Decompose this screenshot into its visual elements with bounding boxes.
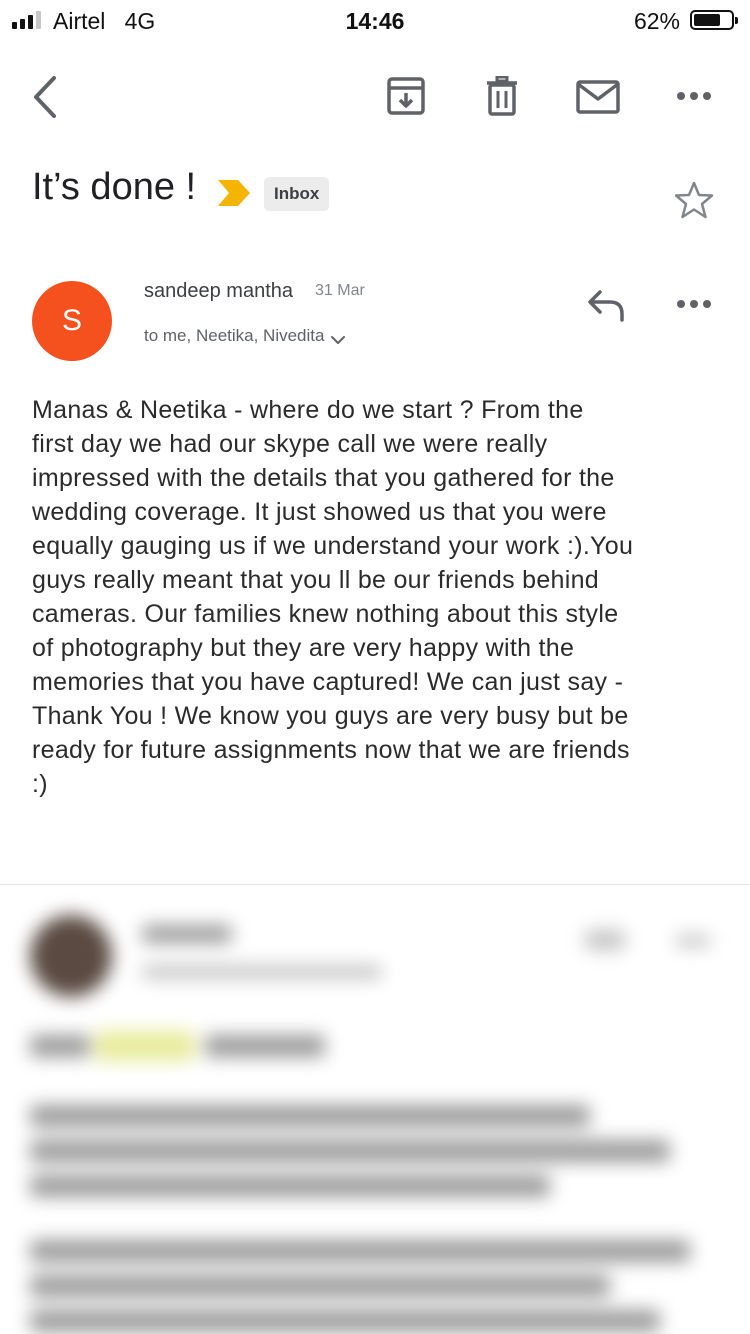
battery-percent: 62% [633, 8, 680, 34]
delete-button[interactable] [486, 75, 518, 116]
email-subject: It’s done ! [32, 166, 197, 208]
message-more-button[interactable] [676, 296, 712, 317]
more-horizontal-icon [677, 300, 711, 308]
archive-button[interactable] [386, 76, 426, 116]
status-bar: Airtel 4G 14:46 62% [0, 0, 750, 40]
archive-icon [387, 77, 425, 115]
email-date: 31 Mar [315, 282, 365, 299]
star-button[interactable] [674, 180, 714, 225]
more-options-button[interactable] [676, 88, 712, 104]
avatar [30, 915, 112, 997]
battery-icon [690, 10, 738, 30]
mail-icon [576, 80, 620, 114]
label-chip-inbox[interactable]: Inbox [264, 177, 330, 211]
mark-unread-button[interactable] [576, 80, 620, 114]
star-icon [674, 181, 714, 219]
back-button[interactable] [28, 74, 64, 120]
reply-icon [588, 290, 624, 322]
chevron-down-icon [331, 336, 345, 344]
trash-icon [487, 75, 517, 116]
sender-avatar[interactable]: S [32, 281, 112, 361]
sender-name: sandeep mantha [144, 280, 294, 302]
more-horizontal-icon [677, 92, 711, 100]
chevron-left-icon [34, 76, 56, 118]
importance-marker-icon[interactable] [216, 178, 252, 213]
reply-button[interactable] [586, 288, 626, 327]
email-body: Manas & Neetika - where do we start ? Fr… [32, 396, 634, 798]
recipients-expand-button[interactable] [330, 333, 346, 351]
blurred-message [0, 885, 750, 1334]
recipients-list[interactable]: to me, Neetika, Nivedita [144, 326, 324, 346]
